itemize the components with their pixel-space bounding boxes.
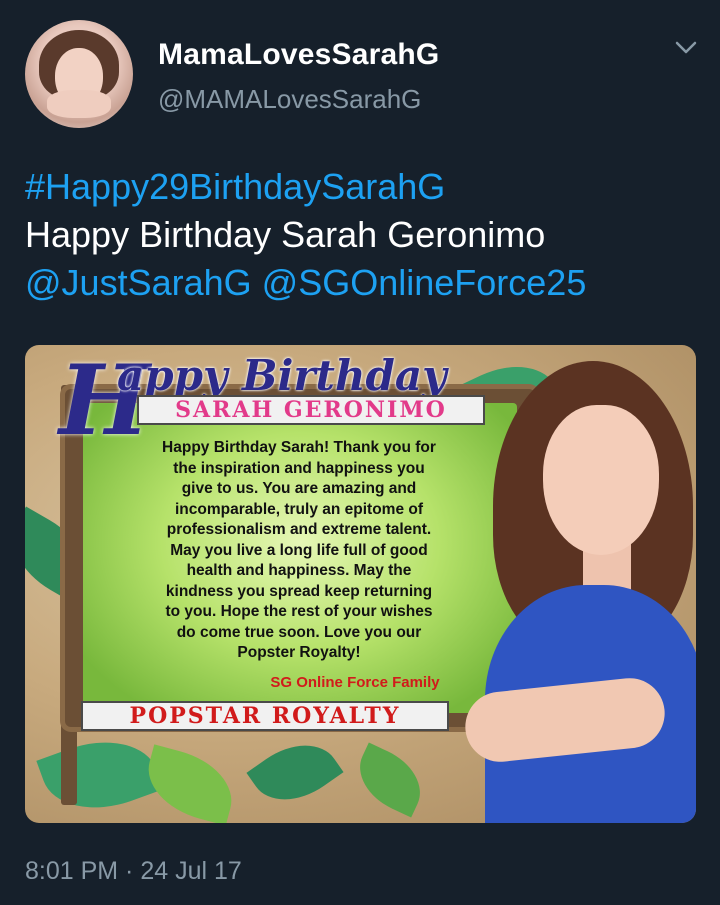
- message-line: Popster Royalty!: [237, 644, 361, 661]
- avatar[interactable]: [25, 20, 133, 128]
- message-line: do come true soon. Love you our: [176, 623, 422, 641]
- image-title-text: appy Birthday: [117, 351, 447, 400]
- hashtag-link[interactable]: #Happy29BirthdaySarahG: [25, 166, 445, 207]
- message-line: professionalism and extreme talent.: [166, 521, 432, 538]
- leaf-decoration: [246, 727, 344, 818]
- tweet-line: Happy Birthday Sarah Geronimo: [25, 214, 546, 255]
- message-line: to you. Hope the rest of your wishes: [165, 603, 433, 620]
- tweet-timestamp[interactable]: 8:01 PM · 24 Jul 17: [25, 857, 242, 886]
- message-line: give to us. You are amazing and: [181, 480, 417, 497]
- message-line: health and happiness. May the: [186, 562, 412, 579]
- tweet-text: #Happy29BirthdaySarahG Happy Birthday Sa…: [25, 163, 705, 307]
- tweet-image[interactable]: H appy Birthday SARAH GERONIMO Happy Bir…: [25, 345, 696, 823]
- name-banner: SARAH GERONIMO: [137, 395, 485, 425]
- leaf-decoration: [36, 723, 164, 823]
- woman-photo: [455, 345, 696, 823]
- woman-face: [543, 405, 659, 555]
- mention-link[interactable]: @JustSarahG: [25, 262, 252, 303]
- birthday-message: Happy Birthday Sarah! Thank you for the …: [93, 438, 505, 664]
- chevron-down-icon[interactable]: [672, 36, 700, 60]
- user-handle[interactable]: @MAMALovesSarahG: [158, 84, 421, 115]
- message-line: the inspiration and happiness you: [173, 459, 425, 477]
- tweet-header: MamaLovesSarahG @MAMALovesSarahG: [0, 0, 720, 140]
- leaf-decoration: [347, 742, 433, 818]
- leaf-decoration: [138, 744, 242, 823]
- popstar-royalty-banner: POPSTAR ROYALTY: [81, 701, 449, 731]
- display-name[interactable]: MamaLovesSarahG: [158, 38, 439, 72]
- mention-link[interactable]: @SGOnlineForce25: [262, 262, 587, 303]
- message-line: Happy Birthday Sarah! Thank you for: [162, 439, 436, 456]
- message-signature: SG Online Force Family: [270, 674, 440, 691]
- avatar-hands: [47, 90, 111, 118]
- message-line: kindness you spread keep returning: [165, 582, 433, 600]
- message-line: incomparable, truly an epitome of: [174, 500, 424, 518]
- message-line: May you live a long life full of good: [170, 541, 428, 559]
